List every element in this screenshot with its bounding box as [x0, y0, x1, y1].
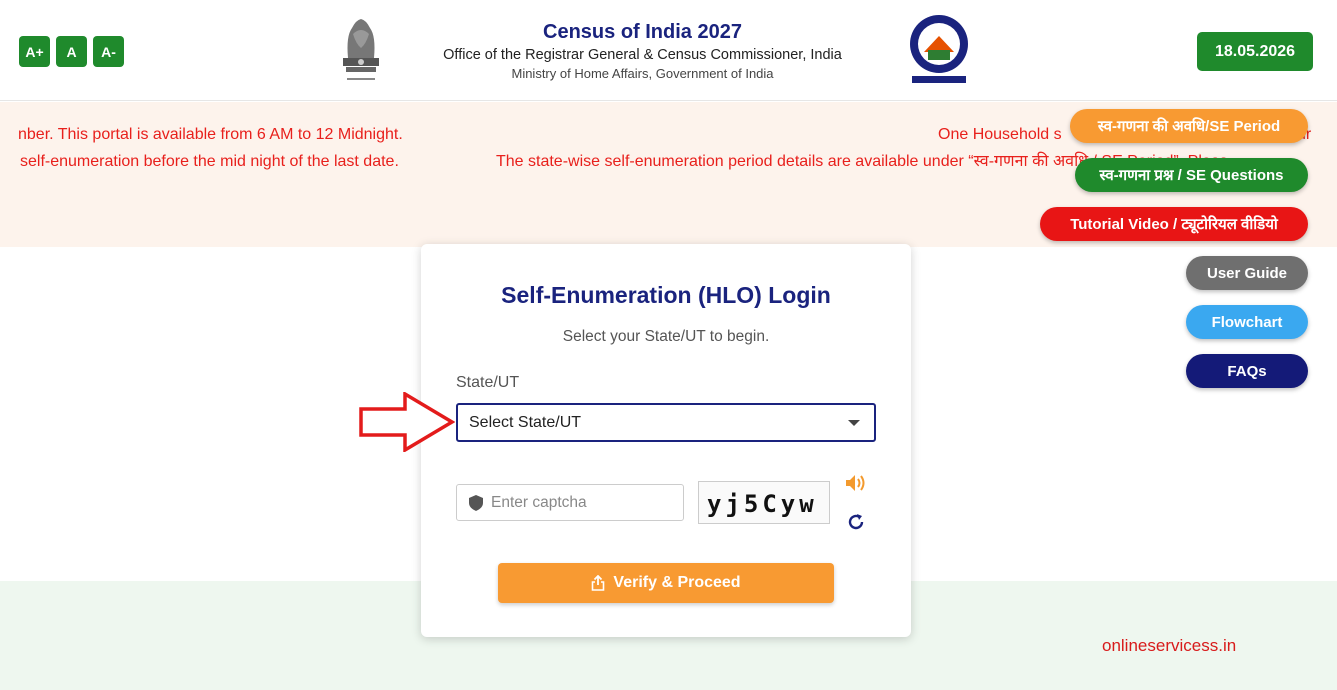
refresh-icon[interactable] — [846, 512, 866, 532]
arrow-right-icon — [359, 392, 455, 452]
census-logo-icon — [910, 15, 968, 83]
header-title-block: Census of India 2027 Office of the Regis… — [405, 20, 880, 82]
captcha-placeholder: Enter captcha — [491, 493, 587, 511]
national-emblem-icon — [343, 19, 379, 80]
user-guide-button[interactable]: User Guide — [1186, 256, 1308, 290]
se-period-button[interactable]: स्व-गणना की अवधि/SE Period — [1070, 109, 1308, 143]
date-badge: 18.05.2026 — [1197, 32, 1313, 71]
shield-icon — [469, 494, 483, 511]
header: A+ A A- Census of India 2027 Office of t… — [0, 0, 1337, 101]
captcha-input[interactable]: Enter captcha — [456, 484, 684, 521]
state-label: State/UT — [456, 374, 520, 391]
font-size-controls: A+ A A- — [19, 36, 124, 67]
announcement-line-1-right: One Household s — [938, 126, 1062, 143]
font-reset-button[interactable]: A — [56, 36, 87, 67]
state-select[interactable]: Select State/UT — [456, 403, 876, 442]
se-questions-button[interactable]: स्व-गणना प्रश्न / SE Questions — [1075, 158, 1308, 192]
state-select-value: Select State/UT — [469, 413, 582, 431]
office-subtitle: Office of the Registrar General & Census… — [443, 47, 842, 63]
announcement-line-2-left: self-enumeration before the mid night of… — [20, 153, 399, 170]
ministry-label: Ministry of Home Affairs, Government of … — [511, 66, 774, 81]
speaker-icon[interactable] — [845, 473, 867, 493]
verify-proceed-button[interactable]: Verify & Proceed — [498, 563, 834, 603]
faqs-button[interactable]: FAQs — [1186, 354, 1308, 388]
font-increase-button[interactable]: A+ — [19, 36, 50, 67]
verify-proceed-label: Verify & Proceed — [613, 574, 741, 591]
font-decrease-button[interactable]: A- — [93, 36, 124, 67]
login-subtitle: Select your State/UT to begin. — [562, 328, 770, 345]
login-title: Self-Enumeration (HLO) Login — [501, 282, 831, 308]
flowchart-button[interactable]: Flowchart — [1186, 305, 1308, 339]
captcha-image: yj5Cyw — [698, 481, 830, 524]
page-title: Census of India 2027 — [543, 21, 742, 43]
tutorial-video-button[interactable]: Tutorial Video / ट्यूटोरियल वीडियो — [1040, 207, 1308, 241]
announcement-line-1-left: nber. This portal is available from 6 AM… — [18, 126, 403, 143]
login-card: Self-Enumeration (HLO) Login Select your… — [421, 244, 911, 637]
chevron-down-icon — [848, 420, 860, 426]
captcha-code: yj5Cyw — [707, 490, 818, 518]
share-icon — [592, 575, 605, 591]
watermark-text: onlineservicess.in — [1102, 636, 1237, 655]
